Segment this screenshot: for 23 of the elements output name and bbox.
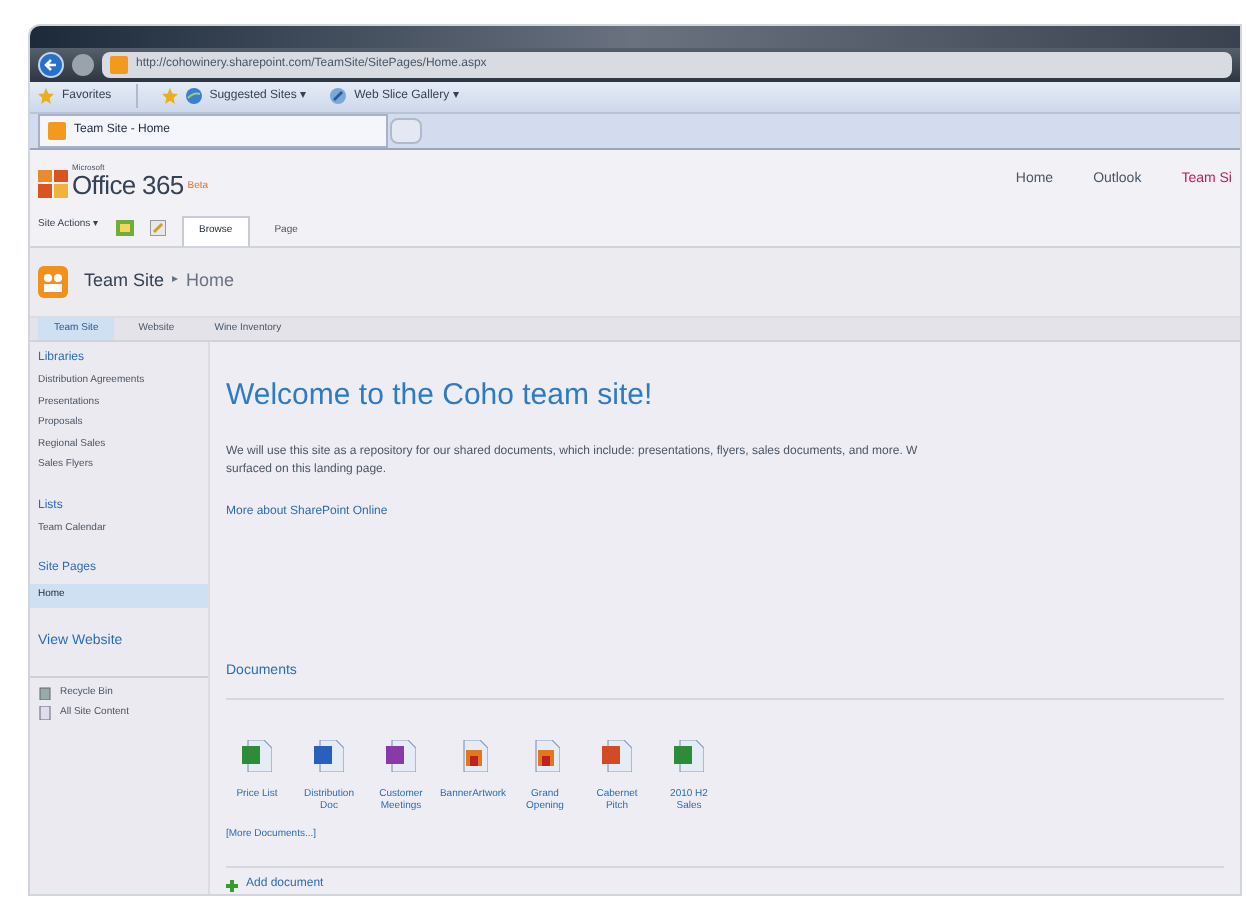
add-icon (226, 879, 238, 892)
excel-file-icon[interactable] (242, 739, 272, 772)
edit-icon[interactable] (149, 219, 166, 236)
web-slice-icon (330, 88, 347, 105)
welcome-heading: Welcome to the Coho team site! (226, 376, 655, 417)
site-icon (110, 55, 128, 74)
powerpoint-file-icon[interactable] (602, 739, 632, 772)
excel-file-icon[interactable] (674, 739, 704, 772)
recycle-bin-icon (38, 686, 52, 701)
document-icon (38, 705, 52, 720)
star-icon (38, 88, 54, 105)
image-file-icon[interactable] (458, 739, 488, 772)
forward-button[interactable] (72, 53, 94, 76)
word-file-icon[interactable] (314, 739, 344, 772)
back-arrow-icon (44, 57, 58, 72)
team-site-icon (38, 265, 68, 298)
back-button[interactable] (38, 51, 64, 78)
image-file-icon[interactable] (530, 739, 560, 772)
site-icon (48, 122, 66, 141)
page-title: Home (186, 268, 235, 295)
site-title[interactable]: Team Site (84, 268, 165, 296)
globe-icon (185, 88, 202, 105)
onenote-file-icon[interactable] (386, 739, 416, 772)
